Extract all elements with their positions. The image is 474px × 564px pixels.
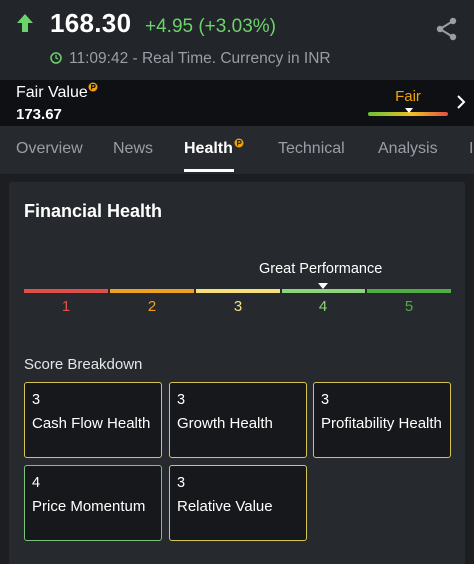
- score-label: Profitability Health: [321, 415, 442, 432]
- chevron-right-icon[interactable]: [455, 94, 467, 110]
- tab-analysis[interactable]: Analysis: [378, 140, 438, 158]
- score-label: Cash Flow Health: [32, 415, 151, 432]
- score-breakdown-title: Score Breakdown: [24, 356, 143, 373]
- fair-value-label: Fair Value: [16, 84, 88, 101]
- score-card-cash-flow[interactable]: 3 Cash Flow Health: [24, 382, 162, 458]
- score-card-price-momentum[interactable]: 4 Price Momentum: [24, 465, 162, 541]
- active-tab-indicator: [184, 169, 234, 172]
- score-value: 3: [177, 392, 186, 408]
- score-number-4: 4: [318, 298, 328, 315]
- price-change: +4.95 (+3.03%): [145, 16, 276, 37]
- score-number-1: 1: [61, 298, 71, 315]
- tab-health[interactable]: Health: [184, 140, 233, 158]
- fair-value-amount: 173.67: [16, 106, 62, 123]
- score-segment-5: [367, 289, 451, 293]
- score-segment-2: [110, 289, 194, 293]
- score-segment-1: [24, 289, 108, 293]
- tab-news[interactable]: News: [113, 140, 153, 158]
- score-label: Growth Health: [177, 415, 273, 432]
- score-card-relative-value[interactable]: 3 Relative Value: [169, 465, 307, 541]
- tab-bar: Overview News Health Technical Analysis …: [0, 126, 474, 174]
- last-price: 168.30: [50, 8, 132, 38]
- score-number-5: 5: [404, 298, 414, 315]
- fair-value-bar[interactable]: Fair Value 173.67 Fair: [0, 80, 474, 126]
- fair-value-pointer: [405, 108, 413, 113]
- score-value: 3: [177, 475, 186, 491]
- clock-icon: [50, 52, 62, 64]
- tab-more[interactable]: I: [469, 140, 473, 158]
- pro-badge-icon: [234, 138, 244, 148]
- score-value: 3: [32, 392, 41, 408]
- score-number-3: 3: [233, 298, 243, 315]
- tab-technical[interactable]: Technical: [278, 140, 345, 158]
- score-number-2: 2: [147, 298, 157, 315]
- score-value: 3: [321, 392, 330, 408]
- score-segment-3: [196, 289, 280, 293]
- score-value: 4: [32, 475, 41, 491]
- score-label: Price Momentum: [32, 498, 146, 515]
- tab-overview[interactable]: Overview: [16, 140, 83, 158]
- quote-header: 168.30 +4.95 (+3.03%) 11:09:42 - Real Ti…: [0, 0, 474, 80]
- realtime-status: 11:09:42 - Real Time. Currency in INR: [69, 50, 331, 67]
- performance-label: Great Performance: [259, 261, 383, 277]
- arrow-up-icon: [17, 14, 33, 32]
- score-label: Relative Value: [177, 498, 273, 515]
- score-segment-4: [282, 289, 365, 293]
- score-card-profitability[interactable]: 3 Profitability Health: [313, 382, 451, 458]
- fair-value-status: Fair: [395, 88, 421, 105]
- share-icon[interactable]: [434, 16, 460, 42]
- pro-badge-icon: [88, 82, 98, 92]
- score-card-growth[interactable]: 3 Growth Health: [169, 382, 307, 458]
- card-title: Financial Health: [24, 201, 163, 221]
